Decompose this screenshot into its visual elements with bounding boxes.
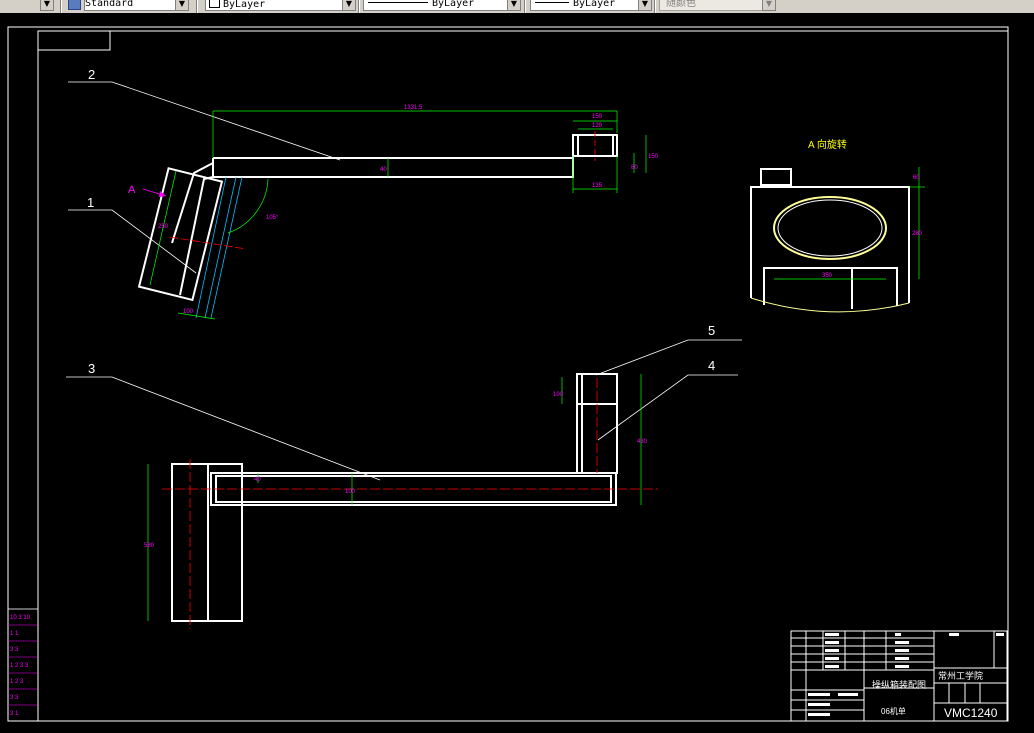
text-style-select[interactable]: Standard [84,0,176,11]
school-name: 常州工学院 [938,670,983,681]
view-a-title: A 向旋转 [808,138,847,151]
dim-a-280: 280 [912,231,923,237]
lineweight-select[interactable]: ByLayer [530,0,640,11]
strip-cell: 1 2 3 3 [10,663,29,669]
color-swatch-icon [209,0,220,8]
dim-overall-length: 1331.5 [404,105,423,111]
lineweight-value: ByLayer [573,0,616,9]
dim-250: 250 [158,224,169,230]
dim-b-430: 430 [637,439,648,445]
linetype-value: ByLayer [432,0,475,9]
dropdown-arrow-icon[interactable]: ▼ [40,0,54,11]
plot-style-value: 随颜色 [666,0,696,9]
toolbar-separator [654,0,656,13]
plot-style-select: 随颜色 [659,0,763,11]
dim-height-40: 40 [380,167,387,173]
dim-100: 100 [183,309,194,315]
class-name: 06机单 [881,706,906,716]
part-label-2: 2 [88,67,95,82]
strip-cell: 3 3 [10,695,19,701]
part-label-5: 5 [708,323,715,338]
part-label-3: 3 [88,361,95,376]
strip-cell: 3 3 [10,647,19,653]
dim-b-100: 100 [553,392,564,398]
drawing-number: VMC1240 [944,706,998,720]
toolbar-separator [524,0,526,13]
chevron-down-icon[interactable]: ▼ [638,0,652,11]
dim-width-120: 120 [592,123,603,129]
dim-height-150: 150 [648,154,659,160]
chevron-down-icon[interactable]: ▼ [342,0,356,11]
chevron-down-icon: ▼ [762,0,776,11]
part-label-4: 4 [708,358,715,373]
text-style-icon[interactable] [68,0,81,10]
toolbar-separator [60,0,62,13]
dim-a-60: 60 [913,175,920,181]
lineweight-sample-icon [535,2,569,3]
strip-cell: 10 3 10 [10,615,31,621]
toolbar-separator [358,0,360,13]
drawing-canvas[interactable]: 10 3 10 1 1 3 3 1 2 3 3 1 2 3 3 3 3 1 2 … [0,13,1034,733]
toolbar-separator [196,0,198,13]
dim-b-40: 40 [254,477,261,483]
color-value: ByLayer [223,0,266,10]
dim-angle: 105° [266,215,279,221]
dim-width-150: 150 [592,114,603,120]
strip-cell: 1 1 [10,631,19,637]
dim-a-350: 350 [822,273,833,279]
strip-cell: 1 2 3 [10,679,24,685]
linetype-sample-icon [368,2,428,3]
chevron-down-icon[interactable]: ▼ [175,0,189,11]
view-a-marker: A [128,184,136,196]
dim-b-580: 580 [144,543,155,549]
drawing-name: 操纵箱装配图 [872,679,926,690]
part-label-1: 1 [87,195,94,210]
dim-height-80: 80 [631,165,638,171]
color-select[interactable]: ByLayer [205,0,345,11]
linetype-select[interactable]: ByLayer [363,0,509,11]
text-style-value: Standard [85,0,134,9]
dim-width-135: 135 [592,183,603,189]
strip-cell: 3 1 [10,711,19,717]
properties-toolbar: ▼ Standard ▼ ByLayer ▼ ByLayer ▼ ByLayer… [0,0,1034,14]
dim-b-100-small: 100 [345,489,356,495]
chevron-down-icon[interactable]: ▼ [507,0,521,11]
